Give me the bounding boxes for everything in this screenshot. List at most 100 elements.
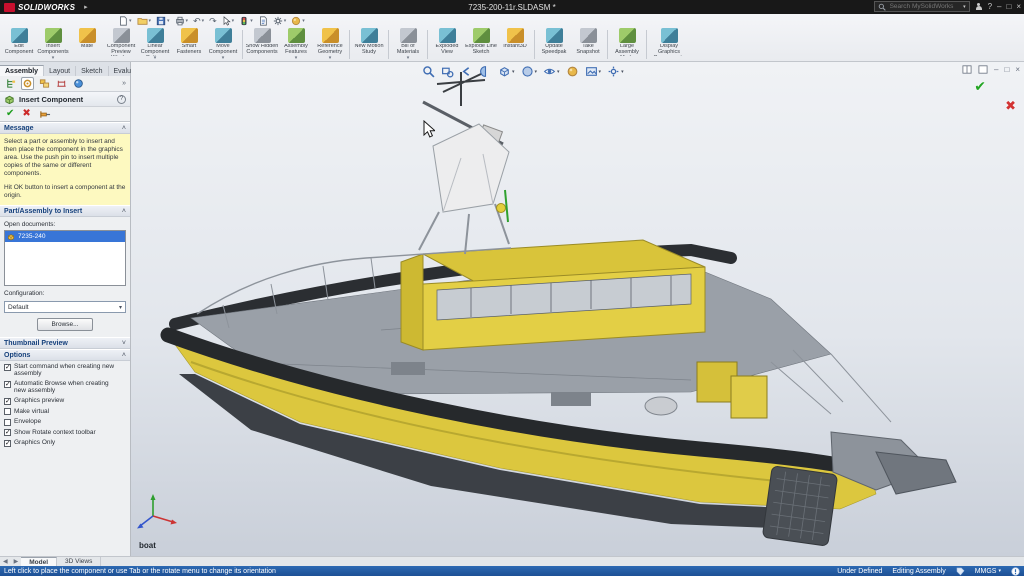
expand-chevron-icon[interactable]: ˅ — [122, 340, 126, 347]
tab-model[interactable]: Model — [21, 557, 57, 567]
custom-properties-tag-icon[interactable] — [956, 567, 965, 576]
chevron-down-icon[interactable]: ▾ — [599, 69, 602, 75]
tab-sketch[interactable]: Sketch — [76, 66, 108, 76]
checkbox[interactable]: ✓ — [4, 440, 11, 447]
option-graphics-only[interactable]: ✓Graphics Only — [0, 437, 130, 448]
explode-line-sketch-button[interactable]: Explode Line Sketch — [464, 27, 498, 62]
browse-button[interactable]: Browse... — [37, 318, 93, 331]
display-manager-tab[interactable] — [72, 77, 85, 90]
collapse-chevron-icon[interactable]: ˄ — [122, 352, 126, 359]
feature-manager-tab[interactable] — [4, 77, 17, 90]
units-selector[interactable]: MMGS ▾ — [975, 568, 1001, 575]
chevron-down-icon[interactable]: ▾ — [535, 69, 538, 75]
checkbox[interactable] — [4, 408, 11, 415]
zoom-area-button[interactable] — [440, 64, 455, 79]
configuration-manager-tab[interactable] — [38, 77, 51, 90]
option-show-rotate-context-toolbar[interactable]: ✓Show Rotate context toolbar — [0, 427, 130, 438]
tab-layout[interactable]: Layout — [44, 66, 76, 76]
pane-split-icon[interactable] — [962, 65, 972, 74]
tab-assembly[interactable]: Assembly — [0, 65, 44, 76]
chevron-down-icon[interactable]: ▾ — [998, 568, 1001, 574]
exploded-view-button[interactable]: Exploded View — [430, 27, 464, 62]
dropdown-icon[interactable]: ▾ — [407, 56, 410, 61]
options-button[interactable]: ▾ — [273, 16, 287, 26]
new-motion-study-button[interactable]: New Motion Study — [352, 27, 386, 62]
dropdown-icon[interactable]: ▾ — [52, 56, 55, 61]
section-header-part-assembly[interactable]: Part/Assembly to Insert ˄ — [0, 205, 130, 217]
zoom-fit-button[interactable] — [421, 64, 436, 79]
chevron-down-icon[interactable]: ▾ — [119, 304, 122, 311]
smart-fasteners-button[interactable]: Smart Fasteners — [172, 27, 206, 62]
assembly-features-button[interactable]: Assembly Features▾ — [279, 27, 313, 62]
panel-help-icon[interactable]: ? — [117, 95, 126, 104]
open-documents-list[interactable]: 7235-240 — [4, 230, 126, 286]
edit-component-button[interactable]: Edit Component — [2, 27, 36, 62]
close-button[interactable]: × — [1016, 2, 1021, 12]
display-graphics-components-button[interactable]: Display Graphics Components — [649, 27, 689, 62]
instant3d-button[interactable]: Instant3D — [498, 27, 532, 62]
section-header-options[interactable]: Options ˄ — [0, 349, 130, 361]
checkbox[interactable] — [4, 419, 11, 426]
previous-view-button[interactable] — [459, 64, 474, 79]
option-envelope[interactable]: Envelope — [0, 416, 130, 427]
dropdown-icon[interactable]: ▾ — [222, 56, 225, 61]
tab-scroll-left-icon[interactable]: ◀ — [0, 558, 11, 565]
move-component-button[interactable]: Move Component▾ — [206, 27, 240, 62]
section-view-button[interactable] — [478, 64, 493, 79]
checkbox[interactable]: ✓ — [4, 429, 11, 436]
component-preview-window-button[interactable]: Component Preview Window — [104, 27, 138, 62]
rebuild-button[interactable]: ▾ — [239, 16, 253, 26]
option-make-virtual[interactable]: Make virtual — [0, 406, 130, 417]
doc-close-button[interactable]: × — [1015, 65, 1020, 74]
dropdown-icon[interactable]: ▾ — [154, 56, 157, 61]
pane-full-icon[interactable] — [978, 65, 988, 74]
redo-button[interactable]: ↷ — [209, 16, 217, 26]
pushpin-icon[interactable] — [39, 109, 51, 120]
ok-button[interactable]: ✔ — [6, 109, 14, 119]
help-icon[interactable]: ? — [988, 2, 992, 12]
show-hidden-components-button[interactable]: Show Hidden Components — [245, 27, 279, 62]
hide-show-items-button[interactable]: ▾ — [542, 64, 561, 79]
graphics-viewport[interactable]: ▾ ▾ ▾ ▾ ▾ – □ × ✔ ✖ boat — [131, 62, 1024, 556]
quick-tips-icon[interactable] — [1011, 567, 1020, 576]
large-assembly-mode-button[interactable]: Large Assembly Mode — [610, 27, 644, 62]
minimize-button[interactable]: – — [997, 2, 1001, 12]
search-input[interactable] — [888, 2, 961, 11]
checkbox[interactable]: ✓ — [4, 398, 11, 405]
select-button[interactable]: ▾ — [222, 16, 235, 26]
display-style-button[interactable]: ▾ — [520, 64, 539, 79]
mate-button[interactable]: Mate — [70, 27, 104, 62]
search-scope-dropdown-icon[interactable]: ▾ — [963, 2, 966, 12]
dropdown-icon[interactable]: ▾ — [295, 56, 298, 61]
confirmation-ok-button[interactable]: ✔ — [974, 78, 986, 95]
doc-restore-button[interactable]: □ — [1004, 65, 1009, 74]
option-start-command[interactable]: ✓Start command when creating new assembl… — [0, 361, 130, 378]
undo-button[interactable]: ↶▾ — [193, 16, 204, 26]
chevron-down-icon[interactable]: ▾ — [512, 69, 515, 75]
dimxpert-manager-tab[interactable] — [55, 77, 68, 90]
search-box[interactable]: ▾ — [874, 1, 970, 12]
restore-button[interactable]: □ — [1006, 2, 1011, 12]
take-snapshot-button[interactable]: Take Snapshot — [571, 27, 605, 62]
chevron-down-icon[interactable]: ▾ — [621, 69, 624, 75]
new-document-button[interactable]: ▾ — [118, 16, 132, 26]
option-automatic-browse[interactable]: ✓Automatic Browse when creating new asse… — [0, 378, 130, 395]
manager-tab-overflow-icon[interactable]: » — [122, 80, 126, 87]
linear-component-pattern-button[interactable]: Linear Component Pattern▾ — [138, 27, 172, 62]
dropdown-icon[interactable]: ▾ — [329, 56, 332, 61]
configuration-select[interactable]: Default ▾ — [4, 301, 126, 313]
property-manager-tab[interactable] — [21, 77, 34, 90]
apply-scene-button[interactable]: ▾ — [584, 64, 603, 79]
cancel-button[interactable]: ✖ — [22, 109, 30, 119]
login-user-icon[interactable] — [975, 3, 983, 11]
option-graphics-preview[interactable]: ✓Graphics preview — [0, 395, 130, 406]
doc-minimize-button[interactable]: – — [994, 65, 998, 74]
reference-geometry-button[interactable]: Reference Geometry▾ — [313, 27, 347, 62]
boat-model[interactable] — [131, 62, 1024, 556]
file-properties-button[interactable] — [258, 16, 268, 26]
update-speedpak-button[interactable]: Update Speedpak — [537, 27, 571, 62]
checkbox[interactable]: ✓ — [4, 364, 11, 371]
confirmation-cancel-button[interactable]: ✖ — [1005, 98, 1016, 114]
tab-3d-views[interactable]: 3D Views — [57, 557, 101, 567]
collapse-chevron-icon[interactable]: ˄ — [122, 125, 126, 132]
